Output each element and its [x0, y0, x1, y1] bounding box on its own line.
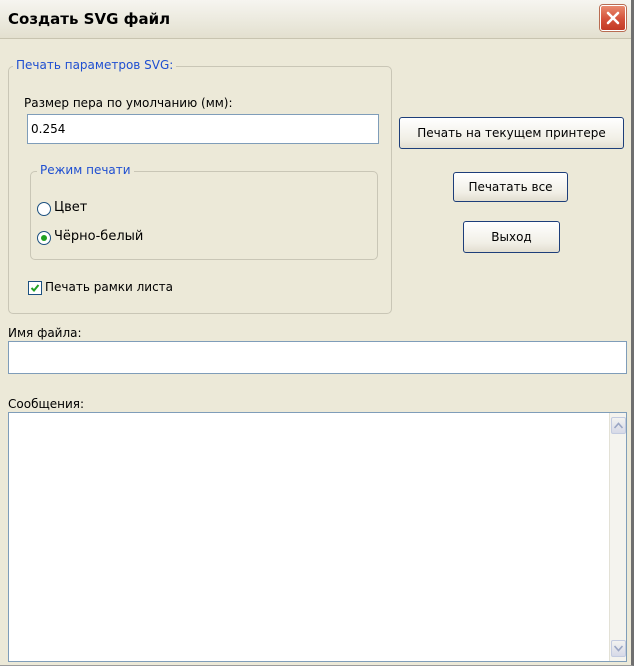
print-frame-checkbox[interactable] [28, 281, 42, 295]
black-white-radio-label[interactable]: Чёрно-белый [54, 229, 143, 244]
color-radio-label[interactable]: Цвет [54, 200, 87, 215]
exit-button[interactable]: Выход [463, 221, 560, 253]
window-title: Создать SVG файл [8, 10, 171, 28]
pen-size-input[interactable]: 0.254 [27, 114, 379, 144]
file-name-input[interactable] [8, 341, 627, 374]
pen-size-label: Размер пера по умолчанию (мм): [24, 96, 233, 110]
print-mode-group [30, 171, 378, 260]
arrow-down-icon [614, 645, 623, 652]
messages-scrollbar[interactable] [609, 413, 626, 661]
checkmark-icon [30, 284, 40, 292]
print-all-button[interactable]: Печатать все [453, 172, 568, 202]
scroll-up-button[interactable] [611, 417, 626, 434]
arrow-up-icon [614, 422, 623, 429]
radio-selected-dot [41, 235, 47, 241]
print-current-printer-button[interactable]: Печать на текущем принтере [399, 117, 624, 149]
color-radio[interactable] [37, 202, 51, 216]
close-button[interactable] [600, 5, 626, 31]
svg-params-group-title: Печать параметров SVG: [13, 58, 177, 72]
svg-export-dialog: Создать SVG файл Печать параметров SVG: … [0, 0, 634, 666]
messages-textarea[interactable] [8, 412, 627, 662]
print-mode-group-title: Режим печати [37, 163, 134, 177]
messages-label: Сообщения: [8, 397, 85, 411]
print-frame-label[interactable]: Печать рамки листа [45, 280, 173, 294]
file-name-label: Имя файла: [8, 326, 82, 340]
title-bar[interactable]: Создать SVG файл [0, 0, 631, 39]
close-icon [606, 11, 620, 25]
black-white-radio[interactable] [37, 231, 51, 245]
scroll-down-button[interactable] [611, 640, 626, 657]
